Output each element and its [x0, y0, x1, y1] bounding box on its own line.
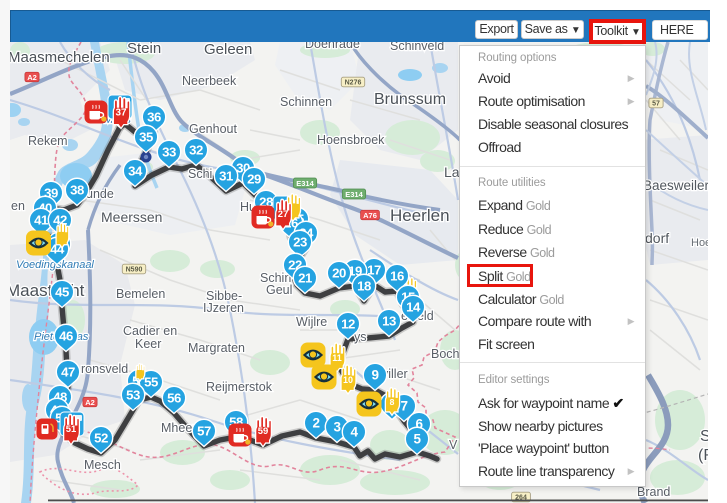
svg-text:Schinveld: Schinveld [390, 42, 444, 53]
svg-text:Rekem: Rekem [28, 134, 68, 148]
svg-text:dorf: dorf [645, 230, 669, 246]
svg-text:18: 18 [357, 279, 371, 294]
svg-text:21: 21 [298, 271, 312, 286]
svg-text:Mheer: Mheer [161, 421, 196, 435]
svg-text:51: 51 [66, 424, 77, 435]
svg-text:Neerbeek: Neerbeek [182, 74, 237, 88]
svg-text:56: 56 [167, 391, 181, 406]
svg-text:8: 8 [390, 397, 395, 407]
svg-text:10: 10 [343, 375, 353, 385]
svg-text:E314: E314 [345, 190, 363, 199]
svg-text:A2: A2 [27, 73, 37, 82]
svg-text:V: V [449, 438, 458, 452]
svg-text:Brunssum: Brunssum [374, 91, 446, 108]
svg-text:Wijlre: Wijlre [296, 315, 327, 329]
svg-text:E314: E314 [296, 179, 314, 188]
svg-text:7: 7 [400, 399, 407, 414]
svg-text:Mesch: Mesch [84, 458, 121, 472]
svg-text:3: 3 [333, 420, 341, 435]
svg-text:14: 14 [406, 300, 421, 315]
svg-text:(R: (R [698, 447, 708, 464]
svg-text:12: 12 [341, 317, 355, 332]
svg-text:52: 52 [94, 431, 108, 446]
svg-text:Doenrade: Doenrade [305, 42, 360, 51]
svg-text:A2: A2 [85, 398, 95, 407]
svg-text:Geul: Geul [266, 283, 292, 297]
svg-text:Maasmechelen: Maasmechelen [10, 49, 110, 66]
svg-text:57: 57 [652, 101, 660, 108]
svg-text:57: 57 [197, 424, 211, 439]
svg-text:Schinnen: Schinnen [280, 95, 332, 109]
svg-text:Genhout: Genhout [189, 122, 237, 136]
svg-text:55: 55 [144, 375, 158, 390]
svg-text:20: 20 [332, 266, 346, 281]
svg-text:Bemelen: Bemelen [116, 287, 165, 301]
svg-text:Schi: Schi [188, 167, 212, 181]
svg-text:A76: A76 [363, 211, 377, 220]
svg-text:45: 45 [55, 285, 69, 300]
svg-text:59: 59 [258, 426, 269, 437]
svg-text:41: 41 [34, 213, 48, 228]
svg-text:Margraten: Margraten [188, 341, 245, 355]
svg-text:Keer: Keer [135, 337, 161, 351]
svg-text:38: 38 [70, 183, 84, 198]
svg-text:36: 36 [147, 110, 161, 125]
svg-text:S: S [700, 428, 708, 445]
svg-text:16: 16 [390, 269, 404, 284]
svg-text:34: 34 [128, 164, 143, 179]
svg-text:ronsveld: ronsveld [81, 362, 128, 376]
svg-text:Baesweiler: Baesweiler [643, 178, 708, 193]
svg-text:N590: N590 [126, 267, 143, 274]
svg-text:IJzeren: IJzeren [203, 301, 244, 315]
svg-text:Geleen: Geleen [204, 42, 252, 58]
svg-text:5: 5 [413, 432, 421, 447]
svg-text:33: 33 [162, 145, 176, 160]
svg-text:32: 32 [189, 143, 203, 158]
svg-text:35: 35 [139, 130, 153, 145]
svg-text:2: 2 [312, 416, 319, 431]
svg-text:Reijmerstok: Reijmerstok [206, 380, 273, 394]
svg-text:Meerssen: Meerssen [101, 209, 162, 225]
svg-text:Heerlen: Heerlen [390, 206, 450, 225]
svg-text:46: 46 [59, 329, 73, 344]
svg-text:9: 9 [371, 368, 378, 383]
svg-text:N276: N276 [345, 80, 362, 87]
svg-text:47: 47 [61, 365, 75, 380]
svg-text:13: 13 [382, 314, 396, 329]
svg-text:23: 23 [293, 235, 307, 250]
svg-text:Stein: Stein [127, 42, 161, 57]
svg-text:27: 27 [278, 209, 289, 220]
svg-text:53: 53 [126, 388, 140, 403]
svg-text:unde: unde [86, 187, 114, 201]
svg-text:4: 4 [350, 425, 358, 440]
svg-text:Brand: Brand [637, 485, 670, 499]
svg-text:37: 37 [115, 107, 127, 118]
svg-text:Hoe: Hoe [691, 237, 708, 249]
svg-text:31: 31 [219, 169, 233, 184]
svg-text:Cadier en: Cadier en [123, 324, 177, 338]
svg-text:29: 29 [247, 172, 261, 187]
svg-text:11: 11 [332, 353, 342, 363]
svg-text:Hoensbroek: Hoensbroek [317, 133, 385, 147]
svg-text:en: en [11, 199, 25, 213]
